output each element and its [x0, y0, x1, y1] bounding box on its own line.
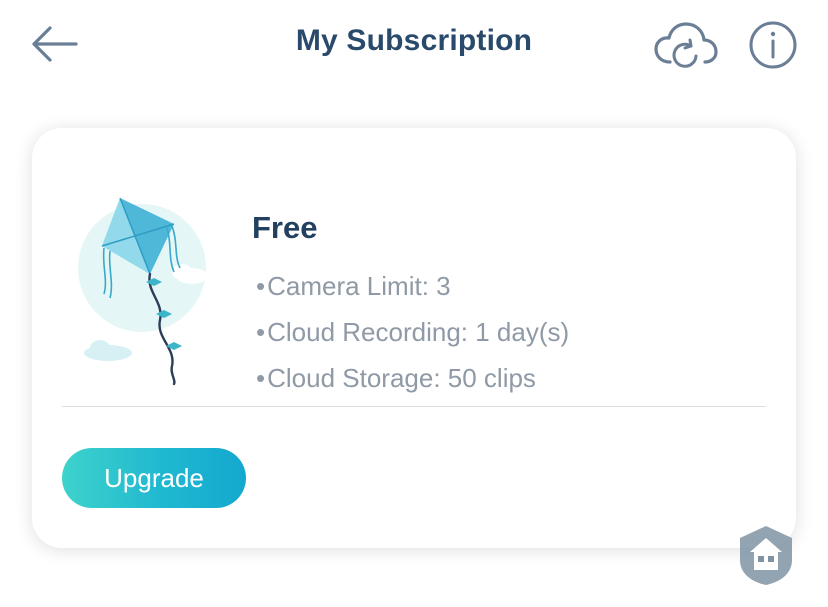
header-bar: My Subscription: [0, 0, 828, 92]
kite-icon: [72, 188, 222, 388]
subscription-card: Free •Camera Limit: 3 •Cloud Recording: …: [32, 128, 796, 548]
upgrade-button[interactable]: Upgrade: [62, 448, 246, 508]
house-shield-icon: [738, 524, 794, 586]
info-button[interactable]: [748, 20, 798, 70]
info-icon: [749, 21, 797, 69]
feature-cloud-recording: •Cloud Recording: 1 day(s): [256, 317, 569, 348]
plan-name: Free: [252, 210, 318, 245]
divider: [62, 406, 766, 407]
feature-cloud-storage: •Cloud Storage: 50 clips: [256, 363, 536, 394]
feature-text: Cloud Storage: 50 clips: [267, 363, 536, 393]
bullet: •: [256, 363, 266, 393]
cloud-sync-icon: [654, 22, 718, 68]
cloud-sync-button[interactable]: [652, 18, 720, 72]
feature-camera-limit: •Camera Limit: 3: [256, 271, 451, 302]
feature-text: Camera Limit: 3: [267, 271, 451, 301]
bullet: •: [256, 317, 266, 347]
feature-text: Cloud Recording: 1 day(s): [267, 317, 570, 347]
bullet: •: [256, 271, 266, 301]
